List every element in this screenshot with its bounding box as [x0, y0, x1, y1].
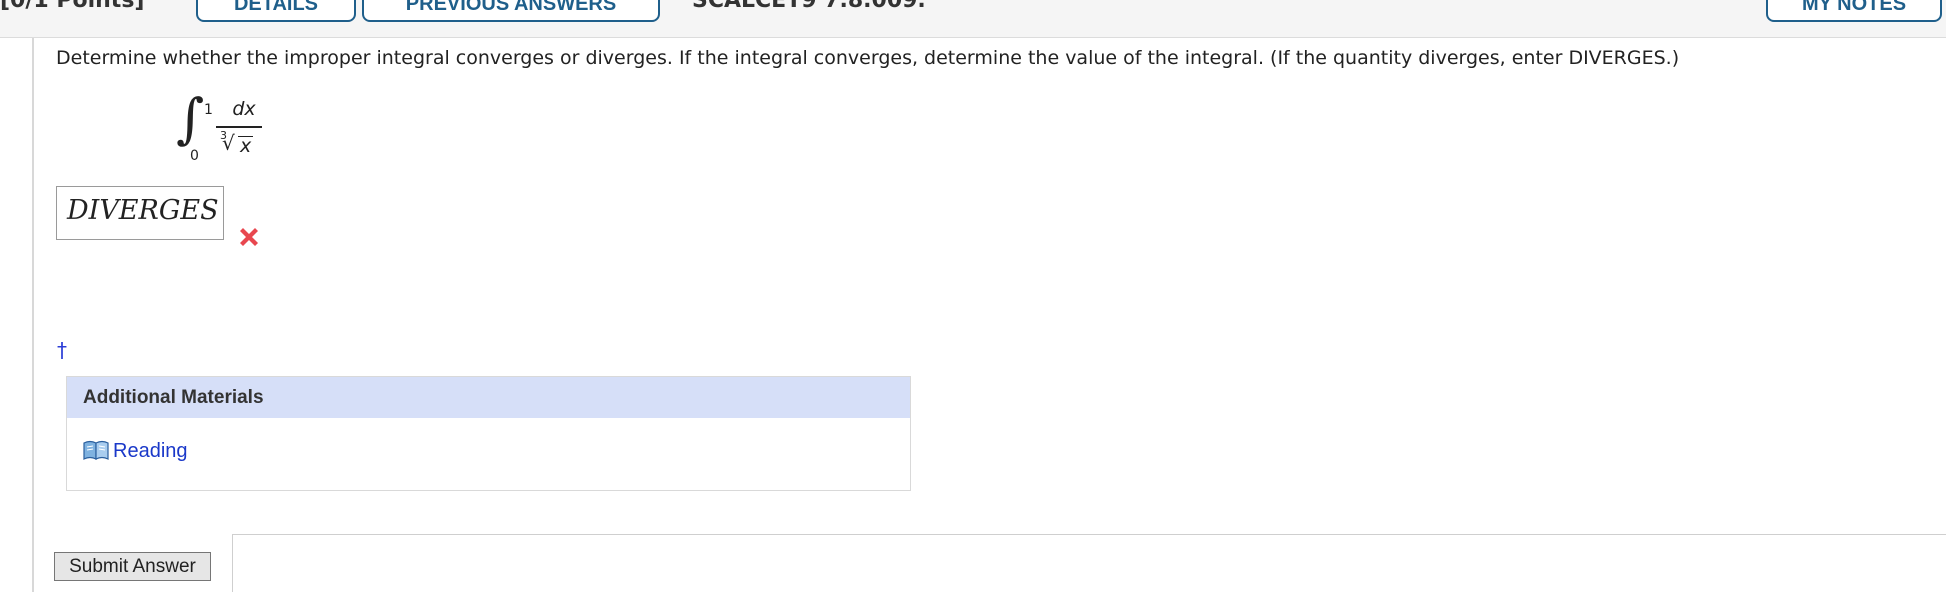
integral-lower-limit: 0 — [190, 148, 199, 164]
fraction-numerator: dx — [232, 98, 256, 120]
footnote-dagger: † — [57, 338, 67, 362]
left-divider — [32, 38, 34, 592]
submit-answer-button[interactable]: Submit Answer — [54, 552, 211, 581]
problem-id-label: SCALCET9 7.8.009. — [692, 0, 926, 13]
additional-materials-title: Additional Materials — [67, 377, 910, 418]
question-header-bar: [0/1 Points] DETAILS PREVIOUS ANSWERS SC… — [0, 0, 1946, 38]
reading-link-label: Reading — [113, 440, 188, 462]
reading-link[interactable]: Reading — [83, 440, 188, 463]
integral-sign: ∫ — [176, 87, 205, 150]
integral-upper-limit: 1 — [204, 102, 213, 118]
details-button[interactable]: DETAILS — [196, 0, 356, 22]
radical-sign: √ — [222, 131, 235, 155]
fraction-bar — [216, 126, 262, 128]
feedback-area — [232, 534, 1946, 592]
incorrect-x-icon — [240, 228, 258, 246]
fraction-denominator: 3 √ x — [218, 129, 264, 159]
integral-expression: ∫ 1 0 dx 3 √ x — [176, 92, 296, 168]
radicand: x — [238, 135, 254, 157]
question-text: Determine whether the improper integral … — [56, 47, 1680, 69]
additional-materials-panel: Additional Materials Reading — [66, 376, 911, 491]
answer-field[interactable]: DIVERGES — [56, 186, 224, 240]
previous-answers-button[interactable]: PREVIOUS ANSWERS — [362, 0, 660, 22]
my-notes-button[interactable]: MY NOTES — [1766, 0, 1942, 22]
points-label: [0/1 Points] — [0, 0, 145, 13]
book-icon — [83, 440, 109, 460]
